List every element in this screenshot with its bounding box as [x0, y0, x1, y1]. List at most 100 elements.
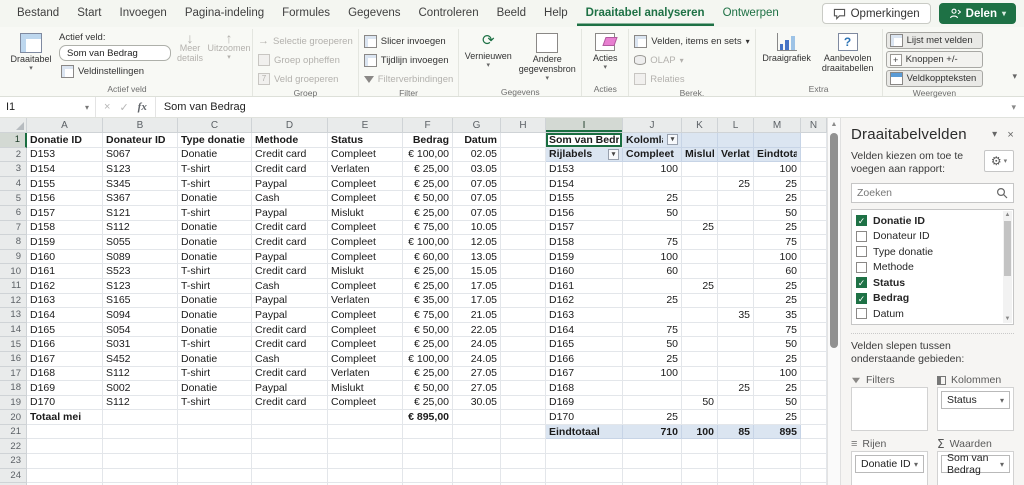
cell-H8[interactable] — [501, 235, 546, 250]
cell-M9[interactable]: 100 — [754, 249, 801, 265]
cell-G1[interactable]: Datum — [453, 133, 501, 148]
cell-E15[interactable]: Compleet — [328, 337, 403, 352]
filter-dropdown-icon[interactable]: ▾ — [608, 148, 619, 160]
scroll-up-icon[interactable]: ▲ — [828, 118, 840, 131]
cell-A6[interactable]: D157 — [27, 205, 103, 221]
area-pill-status[interactable]: Status ▾ — [941, 391, 1010, 409]
values-area[interactable]: Som van Bedrag ▾ — [937, 451, 1014, 485]
cell-I8[interactable]: D158 — [546, 235, 623, 250]
row-header-1[interactable]: 1 — [0, 133, 27, 148]
cell-F18[interactable]: € 50,00 — [403, 381, 453, 396]
cell-L24[interactable] — [718, 468, 754, 484]
cell-C17[interactable]: T-shirt — [178, 366, 252, 382]
cell-C18[interactable]: Donatie — [178, 381, 252, 396]
col-header-H[interactable]: H — [501, 118, 546, 133]
cell-J11[interactable] — [623, 278, 682, 294]
cell-A17[interactable]: D168 — [27, 366, 103, 382]
cell-H18[interactable] — [501, 381, 546, 396]
cell-J14[interactable]: 75 — [623, 322, 682, 338]
cell-G23[interactable] — [453, 454, 501, 469]
cell-H11[interactable] — [501, 278, 546, 294]
cell-H12[interactable] — [501, 293, 546, 309]
cell-F15[interactable]: € 25,00 — [403, 337, 453, 352]
cell-L3[interactable] — [718, 162, 754, 177]
cell-F8[interactable]: € 100,00 — [403, 235, 453, 250]
cell-A22[interactable] — [27, 439, 103, 455]
row-header-19[interactable]: 19 — [0, 395, 27, 411]
cell-E9[interactable]: Compleet — [328, 249, 403, 265]
cell-A9[interactable]: D160 — [27, 249, 103, 265]
cell-M21[interactable]: 895 — [754, 424, 801, 440]
cell-A2[interactable]: D153 — [27, 147, 103, 163]
select-all-corner[interactable] — [0, 118, 27, 133]
cell-M20[interactable]: 25 — [754, 410, 801, 425]
cell-A18[interactable]: D169 — [27, 381, 103, 396]
cell-E13[interactable]: Compleet — [328, 308, 403, 323]
cell-H14[interactable] — [501, 322, 546, 338]
cell-N18[interactable] — [801, 381, 827, 396]
col-header-B[interactable]: B — [103, 118, 178, 133]
cell-G16[interactable]: 24.05 — [453, 351, 501, 367]
checkbox-unchecked-icon[interactable] — [856, 261, 867, 273]
cell-L5[interactable] — [718, 191, 754, 206]
cell-G21[interactable] — [453, 424, 501, 440]
cell-B3[interactable]: S123 — [103, 162, 178, 177]
search-input[interactable] — [857, 187, 996, 199]
field-item-bedrag[interactable]: ✓ Bedrag — [856, 291, 1001, 307]
cell-N19[interactable] — [801, 395, 827, 411]
cell-K20[interactable] — [682, 410, 718, 425]
tab-draaitabel-analyseren[interactable]: Draaitabel analyseren — [577, 1, 714, 26]
row-header-8[interactable]: 8 — [0, 235, 27, 250]
expand-formula-bar-icon[interactable]: ▾ — [1011, 102, 1016, 113]
cell-D9[interactable]: Paypal — [252, 249, 328, 265]
cell-I13[interactable]: D163 — [546, 308, 623, 323]
cell-F13[interactable]: € 75,00 — [403, 308, 453, 323]
cell-C16[interactable]: Donatie — [178, 351, 252, 367]
cell-M8[interactable]: 75 — [754, 235, 801, 250]
cell-I23[interactable] — [546, 454, 623, 469]
cell-D15[interactable]: Credit card — [252, 337, 328, 352]
cell-K23[interactable] — [682, 454, 718, 469]
cell-J2[interactable]: Compleet — [623, 147, 682, 163]
cell-C24[interactable] — [178, 468, 252, 484]
cell-A11[interactable]: D162 — [27, 278, 103, 294]
cell-I20[interactable]: D170 — [546, 410, 623, 425]
cell-L10[interactable] — [718, 264, 754, 279]
cell-C20[interactable] — [178, 410, 252, 425]
cell-K16[interactable] — [682, 351, 718, 367]
aanbevolen-draaitabellen-button[interactable]: ? Aanbevolen draaitabellen — [817, 31, 879, 75]
spreadsheet-grid[interactable]: A B C D E F G H I J K L M N 1 Donatie ID Donateur ID Type… — [0, 118, 827, 485]
cell-B5[interactable]: S367 — [103, 191, 178, 206]
filter-dropdown-icon[interactable]: ▾ — [667, 134, 678, 146]
col-header-D[interactable]: D — [252, 118, 328, 133]
cell-L13[interactable]: 35 — [718, 308, 754, 323]
cell-M1[interactable] — [754, 133, 801, 148]
cell-A24[interactable] — [27, 468, 103, 484]
cell-A8[interactable]: D159 — [27, 235, 103, 250]
cell-G17[interactable]: 27.05 — [453, 366, 501, 382]
cell-J3[interactable]: 100 — [623, 162, 682, 177]
cell-D4[interactable]: Paypal — [252, 176, 328, 192]
cell-D24[interactable] — [252, 468, 328, 484]
checkbox-checked-icon[interactable]: ✓ — [856, 215, 867, 227]
cell-K21[interactable]: 100 — [682, 424, 718, 440]
cell-H7[interactable] — [501, 220, 546, 236]
cell-H20[interactable] — [501, 410, 546, 425]
cell-I10[interactable]: D160 — [546, 264, 623, 279]
cell-M10[interactable]: 60 — [754, 264, 801, 279]
field-item-methode[interactable]: Methode — [856, 260, 1001, 276]
cell-L4[interactable]: 25 — [718, 176, 754, 192]
cell-G15[interactable]: 24.05 — [453, 337, 501, 352]
row-header-2[interactable]: 2 — [0, 147, 27, 163]
cell-I2[interactable]: Rijlabels ▾ — [546, 147, 623, 163]
cell-L11[interactable] — [718, 278, 754, 294]
field-list-scrollbar[interactable]: ▲ ▼ — [1003, 211, 1012, 323]
cell-D5[interactable]: Cash — [252, 191, 328, 206]
cell-G3[interactable]: 03.05 — [453, 162, 501, 177]
cell-K18[interactable] — [682, 381, 718, 396]
cell-A20[interactable]: Totaal mei — [27, 410, 103, 425]
draaigrafiek-button[interactable]: Draaigrafiek — [759, 31, 815, 65]
cell-J15[interactable]: 50 — [623, 337, 682, 352]
tijdlijn-invoegen-button[interactable]: Tijdlijn invoegen — [362, 52, 456, 68]
cell-H2[interactable] — [501, 147, 546, 163]
